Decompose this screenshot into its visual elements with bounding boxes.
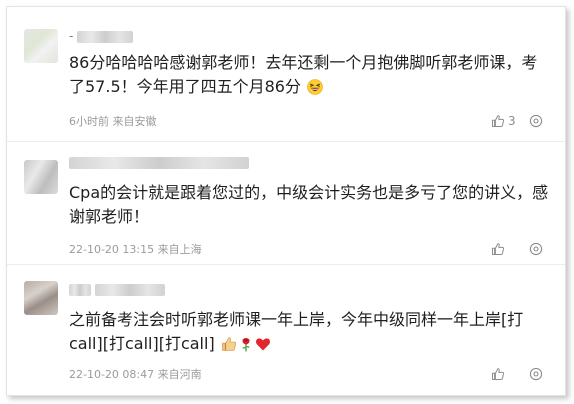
comment-body: 之前备考注会时听郭老师课一年上岸，今年中级同样一年上岸[打call][打call… (69, 308, 551, 356)
avatar[interactable] (24, 29, 58, 63)
thumbs-up-icon (491, 242, 505, 256)
comment-body: 86分哈哈哈哈感谢郭老师！去年还剩一个月抱佛脚听郭老师课，考了57.5！今年用了… (69, 51, 551, 99)
like-count: 3 (508, 114, 516, 128)
username-blurred (69, 156, 249, 169)
thumbs-up-emoji-icon (221, 336, 237, 352)
comment-body: Cpa的会计就是跟着您过的，中级会计实务也是多亏了您的讲义，感谢郭老师！ (69, 181, 551, 229)
comment-meta: 22-10-20 13:15 来自上海 (69, 243, 202, 256)
username[interactable] (69, 154, 249, 170)
comment-meta: 6小时前 来自安徽 (69, 115, 157, 128)
avatar[interactable] (24, 281, 58, 315)
avatar[interactable] (24, 160, 58, 194)
rose-icon (238, 336, 254, 352)
comment-meta: 22-10-20 08:47 来自河南 (69, 368, 202, 381)
like-button[interactable]: 3 (491, 113, 516, 129)
thumbs-up-icon (491, 367, 505, 381)
comment-item: 之前备考注会时听郭老师课一年上岸，今年中级同样一年上岸[打call][打call… (7, 265, 565, 395)
thumbs-up-icon (491, 114, 505, 128)
comment-item: - 86分哈哈哈哈感谢郭老师！去年还剩一个月抱佛脚听郭老师课，考了57.5！今年… (7, 7, 565, 142)
more-options-icon[interactable] (528, 241, 544, 257)
username-blurred (77, 30, 133, 43)
like-button[interactable] (491, 366, 508, 382)
comment-text: 之前备考注会时听郭老师课一年上岸，今年中级同样一年上岸[打call][打call… (69, 310, 524, 353)
comment-item: Cpa的会计就是跟着您过的，中级会计实务也是多亏了您的讲义，感谢郭老师！ 22-… (7, 142, 565, 265)
username-blurred (95, 283, 165, 296)
username-prefix: - (69, 29, 74, 43)
like-button[interactable] (491, 241, 508, 257)
username[interactable]: - (69, 28, 137, 44)
comment-text: Cpa的会计就是跟着您过的，中级会计实务也是多亏了您的讲义，感谢郭老师！ (69, 183, 549, 226)
comment-text: 86分哈哈哈哈感谢郭老师！去年还剩一个月抱佛脚听郭老师课，考了57.5！今年用了… (69, 53, 538, 96)
grinning-squint-face-icon (307, 79, 323, 95)
more-options-icon[interactable] (528, 113, 544, 129)
comment-panel: - 86分哈哈哈哈感谢郭老师！去年还剩一个月抱佛脚听郭老师课，考了57.5！今年… (6, 6, 566, 396)
red-heart-icon (255, 336, 271, 352)
more-options-icon[interactable] (528, 366, 544, 382)
username-blurred (69, 283, 91, 296)
username[interactable] (69, 281, 169, 297)
